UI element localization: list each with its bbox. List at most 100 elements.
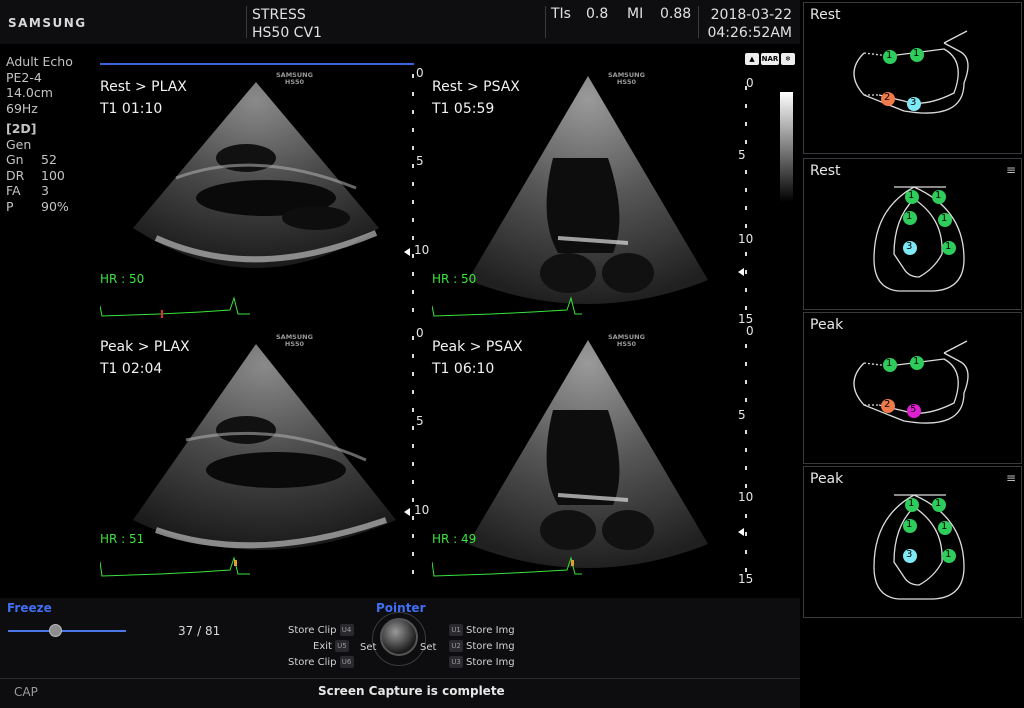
depth-tick: 0 <box>746 76 754 90</box>
wall-motion-rest-plax[interactable]: Rest 1 1 2 3 <box>803 2 1022 154</box>
status-bar: CAP Screen Capture is complete <box>0 678 800 708</box>
segment-score: 1 <box>908 190 915 201</box>
param-row: Gn 52 <box>6 152 57 167</box>
date: 2018-03-22 <box>710 7 792 23</box>
watermark: SAMSUNG HS50 <box>608 71 645 86</box>
exam-type: STRESS <box>252 7 306 23</box>
cap-label: CAP <box>14 685 38 699</box>
depth-tick: 0 <box>746 324 754 338</box>
snowflake-icon: ❄ <box>781 53 795 65</box>
a4c-diagram <box>873 494 965 600</box>
grayscale-bar <box>780 92 793 202</box>
mode-label: [2D] <box>6 121 37 136</box>
store-clip-button[interactable]: Store Clip U4 <box>288 624 357 636</box>
cine-slider-knob[interactable] <box>48 624 62 637</box>
status-message: Screen Capture is complete <box>318 684 505 698</box>
segment-score: 1 <box>935 498 942 509</box>
heart-rate: HR : 51 <box>100 532 145 546</box>
store-clip-button[interactable]: Store Clip U6 <box>288 656 357 668</box>
depth-tick: 10 <box>414 243 430 257</box>
store-img-button[interactable]: U1 Store Img <box>446 624 515 636</box>
quad-title: Rest > PLAX T1 01:10 <box>100 79 187 117</box>
plax-diagram <box>853 340 969 424</box>
watermark: SAMSUNG HS50 <box>608 333 645 348</box>
depth-value: 14.0cm <box>6 85 53 100</box>
image-peak-plax[interactable]: Peak > PLAX T1 02:04 SAMSUNG HS50 HR : 51 <box>96 330 416 592</box>
depth-tick: 0 <box>416 66 424 80</box>
probe: PE2-4 <box>6 69 42 85</box>
segment-score: 1 <box>945 241 952 252</box>
status-icons: ▲ NAR ❄ <box>745 46 797 65</box>
divider <box>545 6 546 38</box>
segment-score: 5 <box>910 404 917 415</box>
segment-score: 2 <box>884 92 891 103</box>
set-right-button[interactable]: Set <box>420 642 436 653</box>
heart-rate: HR : 50 <box>100 272 145 286</box>
application: Adult Echo <box>6 54 73 69</box>
depth-tick: 5 <box>416 154 424 168</box>
depth-tick: 5 <box>738 408 746 422</box>
ecg-trace <box>432 296 582 317</box>
probe-icon: ▲ <box>745 53 759 65</box>
time: 04:26:52AM <box>707 25 792 41</box>
segment-score: 1 <box>906 519 913 530</box>
depth-tick: 10 <box>738 490 754 504</box>
depth-tick: 5 <box>416 414 424 428</box>
segment-score: 2 <box>884 399 891 410</box>
wall-motion-rest-a4c[interactable]: Rest ≡ 1 1 1 1 3 1 <box>803 158 1022 310</box>
tis-value: 0.8 <box>586 6 609 22</box>
imaging-parameters: Adult Echo PE2-4 14.0cm 69Hz [2D] Gen Gn… <box>6 54 76 214</box>
plax-diagram <box>853 30 969 114</box>
ecg-trace <box>432 556 582 577</box>
depth-tick: 10 <box>738 232 754 246</box>
depth-tick: 0 <box>416 326 424 340</box>
ecg-trace <box>100 296 250 318</box>
nar-icon: NAR <box>761 53 779 65</box>
preset-label: Gen <box>6 136 32 152</box>
store-img-button[interactable]: U3 Store Img <box>446 656 515 668</box>
depth-tick: 5 <box>738 148 746 162</box>
a4c-diagram <box>873 186 965 292</box>
divider <box>698 6 699 38</box>
segment-score: 3 <box>910 97 917 108</box>
clip-progress-line <box>100 63 414 65</box>
param-row: P 90% <box>6 198 69 214</box>
exam-preset: HS50 CV1 <box>252 25 322 41</box>
segment-score: 1 <box>935 190 942 201</box>
wall-motion-peak-plax[interactable]: Peak 1 1 2 5 <box>803 312 1022 464</box>
exit-button[interactable]: Exit U5 <box>313 640 352 652</box>
segment-score: 1 <box>913 356 920 367</box>
right-bottom-filler <box>803 618 1024 708</box>
trackball-icon[interactable] <box>380 618 418 656</box>
segment-score: 1 <box>908 498 915 509</box>
divider <box>246 6 247 38</box>
set-left-button[interactable]: Set <box>360 642 376 653</box>
image-rest-plax[interactable]: Rest > PLAX T1 01:10 SAMSUNG HS50 HR : 50 <box>96 68 416 330</box>
watermark: SAMSUNG HS50 <box>276 71 313 86</box>
frame-rate: 69Hz <box>6 100 38 116</box>
segment-score: 3 <box>906 241 913 252</box>
cine-slider-track[interactable] <box>8 630 126 632</box>
segment-score: 1 <box>886 358 893 369</box>
store-img-button[interactable]: U2 Store Img <box>446 640 515 652</box>
mi-value: 0.88 <box>660 6 692 22</box>
segment-score: 1 <box>886 50 893 61</box>
brand-logo: SAMSUNG <box>8 16 87 30</box>
image-peak-psax[interactable]: Peak > PSAX T1 06:10 SAMSUNG HS50 HR : 49 <box>428 330 748 592</box>
param-row: DR 100 <box>6 167 65 183</box>
exam-info: STRESS HS50 CV1 <box>252 6 322 42</box>
image-rest-psax[interactable]: Rest > PSAX T1 05:59 SAMSUNG HS50 HR : 50 <box>428 68 748 330</box>
segment-score: 1 <box>913 48 920 59</box>
mi-label: MI <box>627 6 644 22</box>
wall-motion-peak-a4c[interactable]: Peak ≡ 1 1 1 1 3 1 <box>803 466 1022 618</box>
segment-score: 3 <box>906 549 913 560</box>
quad-title: Rest > PSAX T1 05:59 <box>432 79 520 117</box>
tis-label: TIs <box>551 6 571 22</box>
frame-count: 37 / 81 <box>178 624 221 638</box>
depth-tick: 10 <box>414 503 430 517</box>
watermark: SAMSUNG HS50 <box>276 333 313 348</box>
date-time: 2018-03-22 04:26:52AM <box>706 6 792 42</box>
ecg-trace <box>100 556 250 577</box>
param-row: FA 3 <box>6 183 49 198</box>
freeze-label: Freeze <box>7 601 52 615</box>
